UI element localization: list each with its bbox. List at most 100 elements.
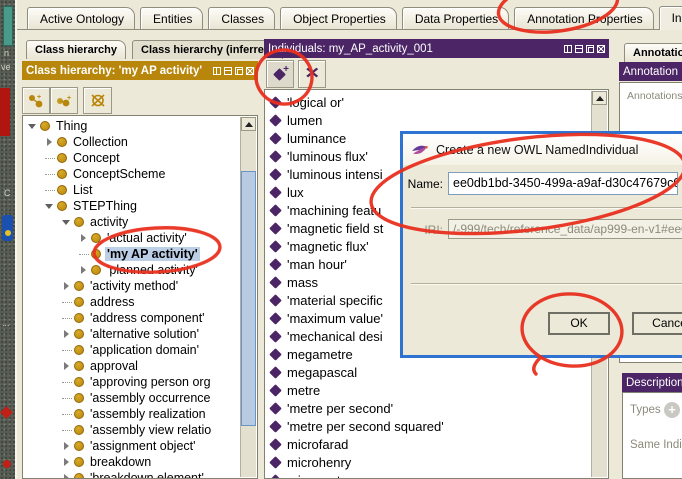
individual-row[interactable]: megapascal: [267, 363, 591, 381]
expand-toggle-icon[interactable]: [27, 121, 39, 131]
class-tree-row[interactable]: 'activity method': [24, 278, 241, 294]
expand-toggle-icon[interactable]: [44, 201, 56, 211]
class-icon: [74, 329, 84, 339]
class-tree-scrollbar[interactable]: [240, 117, 256, 477]
class-tree-row[interactable]: 'assignment object': [24, 438, 241, 454]
individual-row[interactable]: micrometre: [267, 471, 591, 478]
class-tree-row[interactable]: Thing: [24, 118, 241, 134]
scroll-up-button[interactable]: [241, 117, 256, 131]
close-view-icon[interactable]: [597, 45, 605, 53]
class-tree-row[interactable]: activity: [24, 214, 241, 230]
delete-individual-button[interactable]: ✕: [298, 60, 326, 88]
expand-toggle-icon[interactable]: [61, 393, 73, 403]
class-tree-row[interactable]: 'application domain': [24, 342, 241, 358]
add-individual-button[interactable]: +: [266, 60, 294, 88]
class-tree-row[interactable]: 'breakdown element': [24, 470, 241, 478]
close-view-icon[interactable]: [246, 67, 254, 75]
expand-toggle-icon[interactable]: [61, 345, 73, 355]
expand-toggle-icon[interactable]: [61, 473, 73, 478]
expand-toggle-icon[interactable]: [61, 425, 73, 435]
class-tree-label: 'my AP activity': [105, 247, 200, 261]
float-view-icon[interactable]: [586, 45, 594, 53]
scrollbar-thumb[interactable]: [241, 171, 256, 426]
class-tree-row[interactable]: 'approving person org: [24, 374, 241, 390]
individual-row[interactable]: 'metre per second squared': [267, 417, 591, 435]
individual-row[interactable]: microhenry: [267, 453, 591, 471]
expand-toggle-icon[interactable]: [78, 265, 90, 275]
expand-toggle-icon[interactable]: [61, 361, 73, 371]
individual-row[interactable]: metre: [267, 381, 591, 399]
iri-label: IRI:: [405, 223, 443, 237]
class-tree-row[interactable]: STEPThing: [24, 198, 241, 214]
class-tree-row[interactable]: 'assembly view relatio: [24, 422, 241, 438]
individual-row[interactable]: 'logical or': [267, 93, 591, 111]
create-individual-dialog: Create a new OWL NamedIndividual Name: e…: [400, 131, 682, 358]
add-type-button[interactable]: +: [664, 402, 680, 418]
class-tree-row[interactable]: 'actual activity': [24, 230, 241, 246]
class-tree-row[interactable]: 'my AP activity': [24, 246, 241, 262]
cancel-button[interactable]: Cance: [632, 312, 682, 335]
class-tree-row[interactable]: Collection: [24, 134, 241, 150]
name-input[interactable]: ee0db1bd-3450-499a-a9af-d30c47679c04: [448, 172, 678, 195]
main-tab[interactable]: Active Ontology: [27, 7, 135, 29]
split-horizontal-icon[interactable]: [224, 67, 232, 75]
add-subclass-button[interactable]: +: [22, 87, 50, 114]
class-icon: [74, 377, 84, 387]
expand-toggle-icon[interactable]: [61, 297, 73, 307]
add-sibling-class-button[interactable]: +: [50, 87, 78, 114]
expand-toggle-icon[interactable]: [61, 281, 73, 291]
main-tab[interactable]: Object Properties: [280, 7, 397, 29]
ok-button[interactable]: OK: [548, 312, 610, 335]
individuals-header: Individuals: my_AP_activity_001: [264, 39, 609, 58]
expand-toggle-icon[interactable]: [61, 217, 73, 227]
class-tree-row[interactable]: 'alternative solution': [24, 326, 241, 342]
main-tab[interactable]: Classes: [208, 7, 275, 29]
types-label: Types: [630, 404, 661, 416]
delete-class-button[interactable]: [83, 87, 112, 114]
main-tab[interactable]: Annotation Properties: [514, 7, 653, 29]
tab-annotations[interactable]: Annotatio: [624, 43, 682, 62]
main-tab[interactable]: Individuals: [659, 6, 682, 30]
class-tree-row[interactable]: breakdown: [24, 454, 241, 470]
expand-toggle-icon[interactable]: [61, 441, 73, 451]
expand-toggle-icon[interactable]: [44, 137, 56, 147]
class-tree-row[interactable]: 'planned activity': [24, 262, 241, 278]
float-view-icon[interactable]: [235, 67, 243, 75]
expand-toggle-icon[interactable]: [44, 153, 56, 163]
class-tree-row[interactable]: List: [24, 182, 241, 198]
class-tree-row[interactable]: Concept: [24, 150, 241, 166]
individual-row[interactable]: 'metre per second': [267, 399, 591, 417]
individual-row[interactable]: microfarad: [267, 435, 591, 453]
main-tab-label: Classes: [221, 12, 264, 26]
expand-toggle-icon[interactable]: [44, 169, 56, 179]
class-tree-row[interactable]: address: [24, 294, 241, 310]
expand-toggle-icon[interactable]: [61, 457, 73, 467]
class-icon: [74, 297, 84, 307]
expand-toggle-icon[interactable]: [78, 249, 90, 259]
split-vertical-icon[interactable]: [213, 67, 221, 75]
class-tree-row[interactable]: approval: [24, 358, 241, 374]
expand-toggle-icon[interactable]: [61, 377, 73, 387]
expand-toggle-icon[interactable]: [61, 329, 73, 339]
class-tree-row[interactable]: 'assembly occurrence: [24, 390, 241, 406]
desktop-text-fragment: n: [4, 48, 9, 58]
scroll-up-button[interactable]: [592, 91, 607, 105]
main-tab[interactable]: Entities: [140, 7, 203, 29]
expand-toggle-icon[interactable]: [61, 313, 73, 323]
split-vertical-icon[interactable]: [564, 45, 572, 53]
class-tree-row[interactable]: 'address component': [24, 310, 241, 326]
class-icon: [74, 345, 84, 355]
expand-toggle-icon[interactable]: [78, 233, 90, 243]
class-icon: [74, 473, 84, 478]
tab-class-hierarchy[interactable]: Class hierarchy: [26, 40, 126, 59]
individual-row[interactable]: lumen: [267, 111, 591, 129]
main-tab[interactable]: Data Properties: [402, 7, 509, 29]
tab-class-hierarchy-inferred[interactable]: Class hierarchy (inferred): [132, 40, 283, 59]
expand-toggle-icon[interactable]: [44, 185, 56, 195]
split-horizontal-icon[interactable]: [575, 45, 583, 53]
class-icon: [74, 217, 84, 227]
class-tree-row[interactable]: 'assembly realization: [24, 406, 241, 422]
expand-toggle-icon[interactable]: [61, 409, 73, 419]
class-tree-row[interactable]: ConceptScheme: [24, 166, 241, 182]
individual-label: mass: [287, 275, 318, 290]
